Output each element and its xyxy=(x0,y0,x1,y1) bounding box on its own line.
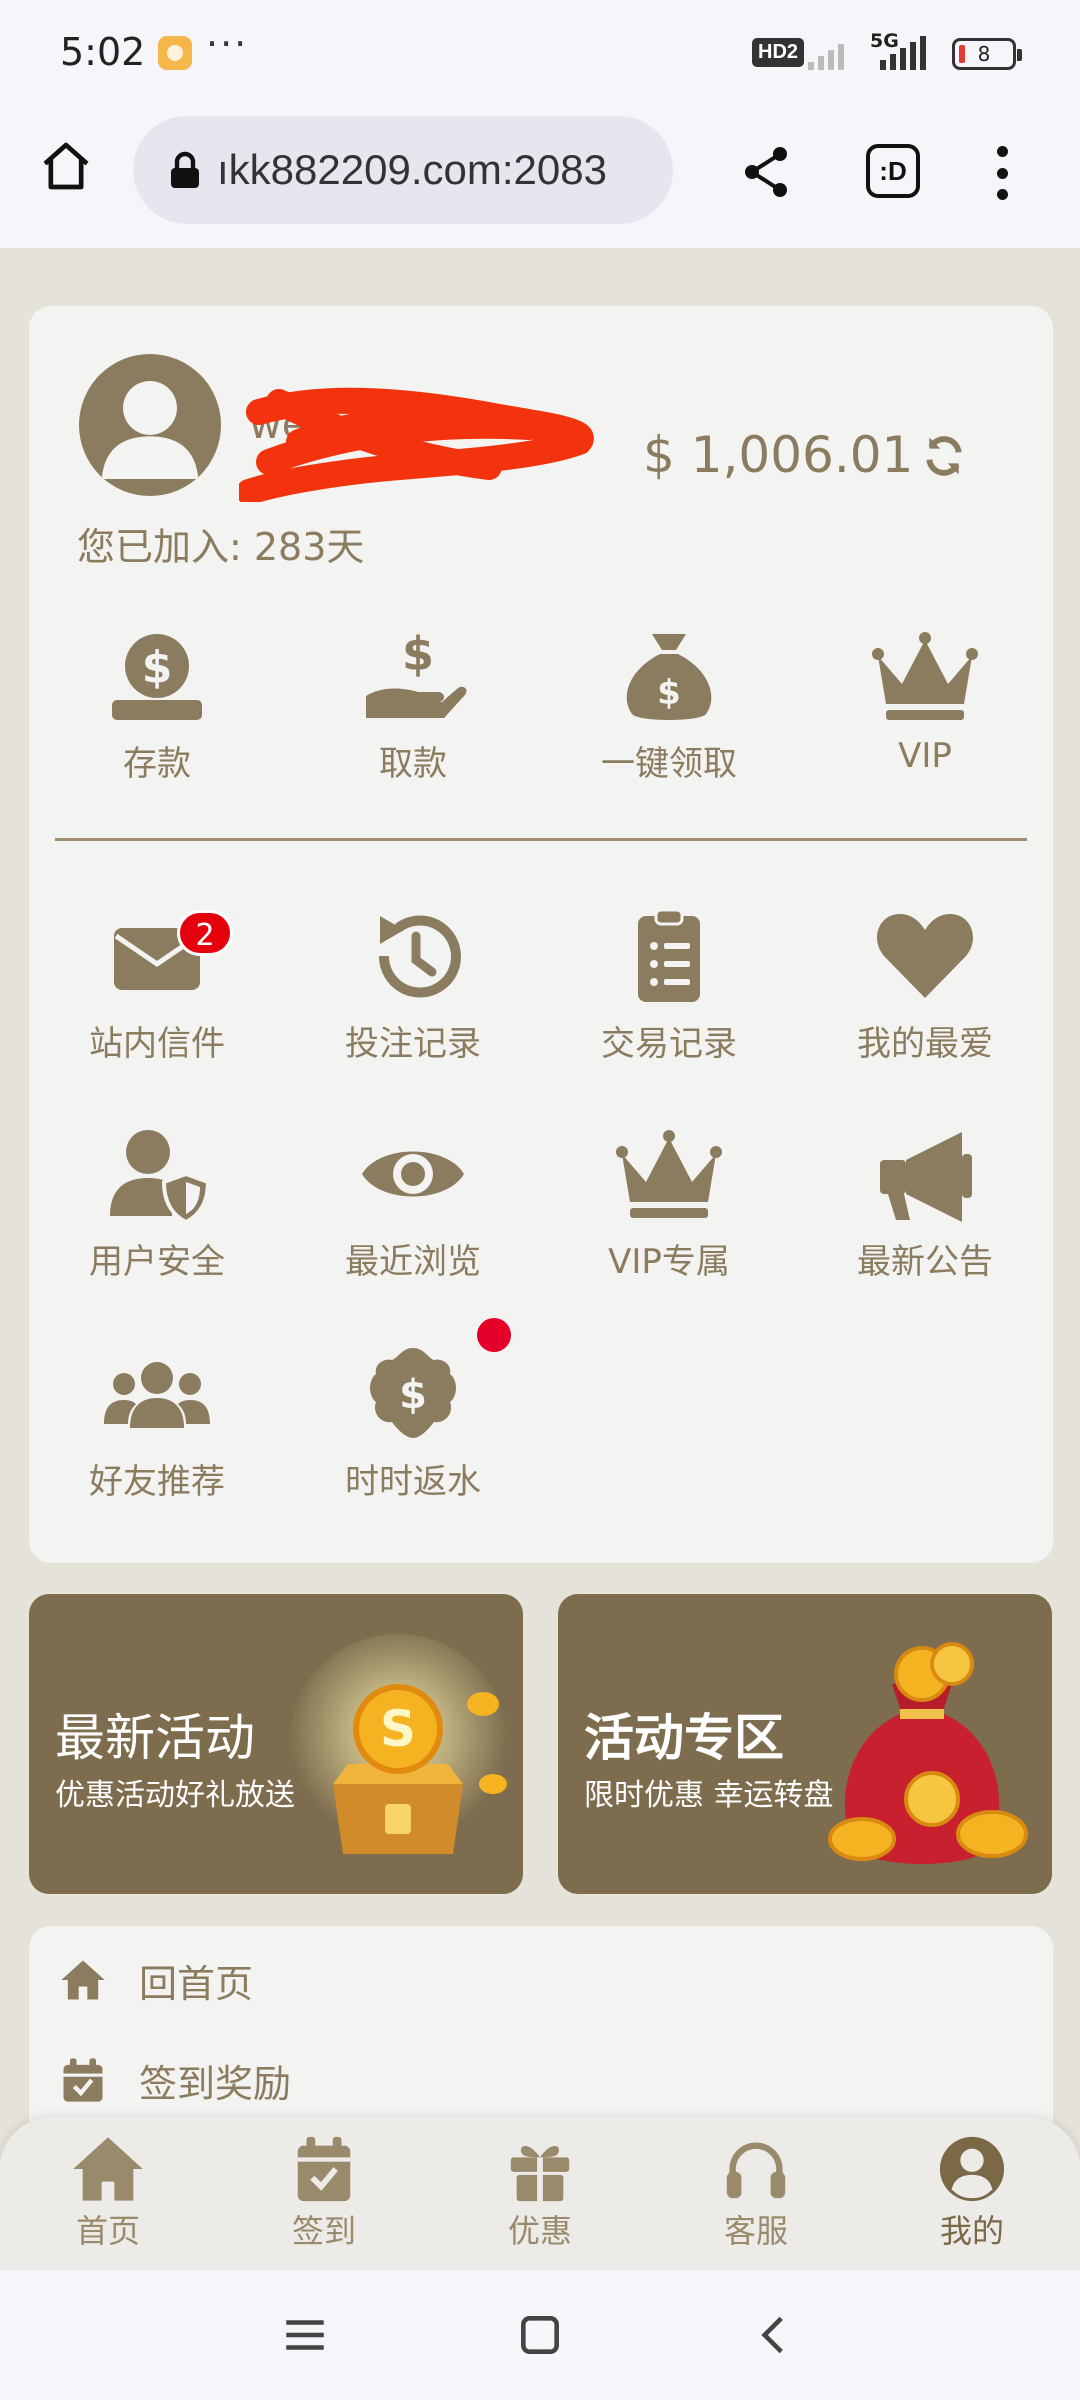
home-nav-icon[interactable] xyxy=(515,2310,565,2360)
address-bar[interactable]: ıkk882209.com:2083 xyxy=(133,116,673,224)
gift-icon xyxy=(510,2146,570,2202)
money-sack-illustration xyxy=(828,1642,1028,1864)
menu-rebate[interactable]: $ 时时返水 xyxy=(285,1344,541,1503)
list-item-home[interactable]: 回首页 xyxy=(57,1950,253,2010)
notification-app-icon xyxy=(158,36,192,70)
more-notifications-icon: ··· xyxy=(206,22,249,66)
status-time: 5:02 xyxy=(60,30,146,74)
menu-messages[interactable]: 2 站内信件 xyxy=(29,906,285,1065)
lock-icon xyxy=(171,151,199,188)
home-icon xyxy=(73,2137,143,2201)
promo-title: 最新活动 xyxy=(55,1709,255,1767)
bottom-tab-bar: 首页 签到 优惠 客服 我的 xyxy=(0,2118,1080,2270)
tab-checkin[interactable]: 签到 xyxy=(244,2134,404,2252)
tab-home[interactable]: 首页 xyxy=(28,2134,188,2252)
promo-activity-zone[interactable]: 活动专区 限时优惠 幸运转盘 xyxy=(558,1594,1052,1894)
new-indicator-dot xyxy=(477,1318,511,1352)
history-icon xyxy=(378,915,461,998)
signal-sim2-icon xyxy=(880,36,926,70)
url-text: ıkk882209.com:2083 xyxy=(217,146,607,193)
vip-button[interactable]: VIP xyxy=(797,626,1053,776)
deposit-icon: $ xyxy=(112,634,202,720)
menu-refer-friends[interactable]: 好友推荐 xyxy=(29,1344,285,1503)
users-icon xyxy=(104,1362,210,1428)
joined-days: 您已加入: 283天 xyxy=(77,525,365,569)
list-item-checkin[interactable]: 签到奖励 xyxy=(57,2050,291,2110)
svg-text:S: S xyxy=(380,1700,416,1758)
balance-amount: $ 1,006.01 xyxy=(643,426,914,484)
user-circle-icon xyxy=(939,2136,1005,2202)
browser-toolbar: ıkk882209.com:2083 :D xyxy=(0,108,1080,248)
promo-subtitle: 优惠活动好礼放送 xyxy=(55,1778,295,1813)
heart-icon xyxy=(877,914,973,998)
crown-icon xyxy=(872,632,978,720)
withdraw-button[interactable]: $ 取款 xyxy=(285,626,541,785)
back-icon[interactable] xyxy=(750,2310,800,2360)
headset-icon xyxy=(726,2142,786,2199)
battery-icon: 8 xyxy=(952,38,1022,70)
signal-sim1-icon xyxy=(808,36,844,70)
promo-subtitle: 限时优惠 幸运转盘 xyxy=(584,1778,834,1813)
megaphone-icon xyxy=(880,1132,972,1222)
tab-support[interactable]: 客服 xyxy=(676,2134,836,2252)
share-icon[interactable] xyxy=(742,146,790,198)
divider xyxy=(55,838,1027,841)
tab-me[interactable]: 我的 xyxy=(892,2134,1052,2252)
recent-apps-icon[interactable] xyxy=(280,2310,330,2360)
money-bag-icon: $ xyxy=(626,634,712,720)
menu-security[interactable]: 用户安全 xyxy=(29,1124,285,1283)
redaction-scribble xyxy=(239,387,594,502)
user-shield-icon xyxy=(110,1130,211,1224)
browser-menu-icon[interactable] xyxy=(992,146,1012,200)
refresh-icon[interactable] xyxy=(922,434,966,478)
withdraw-icon: $ xyxy=(366,627,467,718)
avatar[interactable] xyxy=(79,354,221,496)
calendar-check-icon xyxy=(297,2136,351,2202)
tab-promotions[interactable]: 优惠 xyxy=(460,2134,620,2252)
menu-transactions[interactable]: 交易记录 xyxy=(541,906,797,1065)
claim-all-button[interactable]: $ 一键领取 xyxy=(541,626,797,785)
svg-text:$: $ xyxy=(657,673,681,713)
status-bar: 5:02 ··· HD2 5G 8 xyxy=(0,0,1080,108)
menu-favorites[interactable]: 我的最爱 xyxy=(797,906,1053,1065)
home-icon xyxy=(61,1960,105,2000)
crown-icon xyxy=(616,1130,722,1218)
hd-voice-icon: HD2 xyxy=(752,38,805,67)
eye-icon xyxy=(362,1151,464,1197)
system-navigation-bar xyxy=(0,2270,1080,2400)
deposit-button[interactable]: $ 存款 xyxy=(29,626,285,785)
menu-vip-exclusive[interactable]: VIP专属 xyxy=(541,1124,797,1283)
dollar-badge-icon: $ xyxy=(370,1348,456,1438)
svg-text:$: $ xyxy=(399,1372,427,1418)
svg-text:$: $ xyxy=(402,627,434,681)
menu-announcements[interactable]: 最新公告 xyxy=(797,1124,1053,1283)
profile-card: we $ 1,006.01 您已加入: 283天 $ 存款 $ 取款 $ 一键领… xyxy=(29,306,1053,1563)
quick-links-list: 回首页 签到奖励 xyxy=(29,1926,1053,2146)
menu-bet-history[interactable]: 投注记录 xyxy=(285,906,541,1065)
promo-title: 活动专区 xyxy=(584,1709,784,1767)
tabs-button[interactable]: :D xyxy=(866,144,920,198)
promo-latest-activities[interactable]: 最新活动 优惠活动好礼放送 S xyxy=(29,1594,523,1894)
unread-badge: 2 xyxy=(177,910,233,956)
user-avatar-icon xyxy=(101,380,199,479)
menu-recent-views[interactable]: 最近浏览 xyxy=(285,1124,541,1283)
calendar-check-icon xyxy=(63,2058,103,2102)
clipboard-list-icon xyxy=(638,908,700,1002)
svg-text:$: $ xyxy=(142,642,173,693)
treasure-chest-illustration: S xyxy=(288,1634,508,1854)
browser-home-icon[interactable] xyxy=(38,138,94,194)
